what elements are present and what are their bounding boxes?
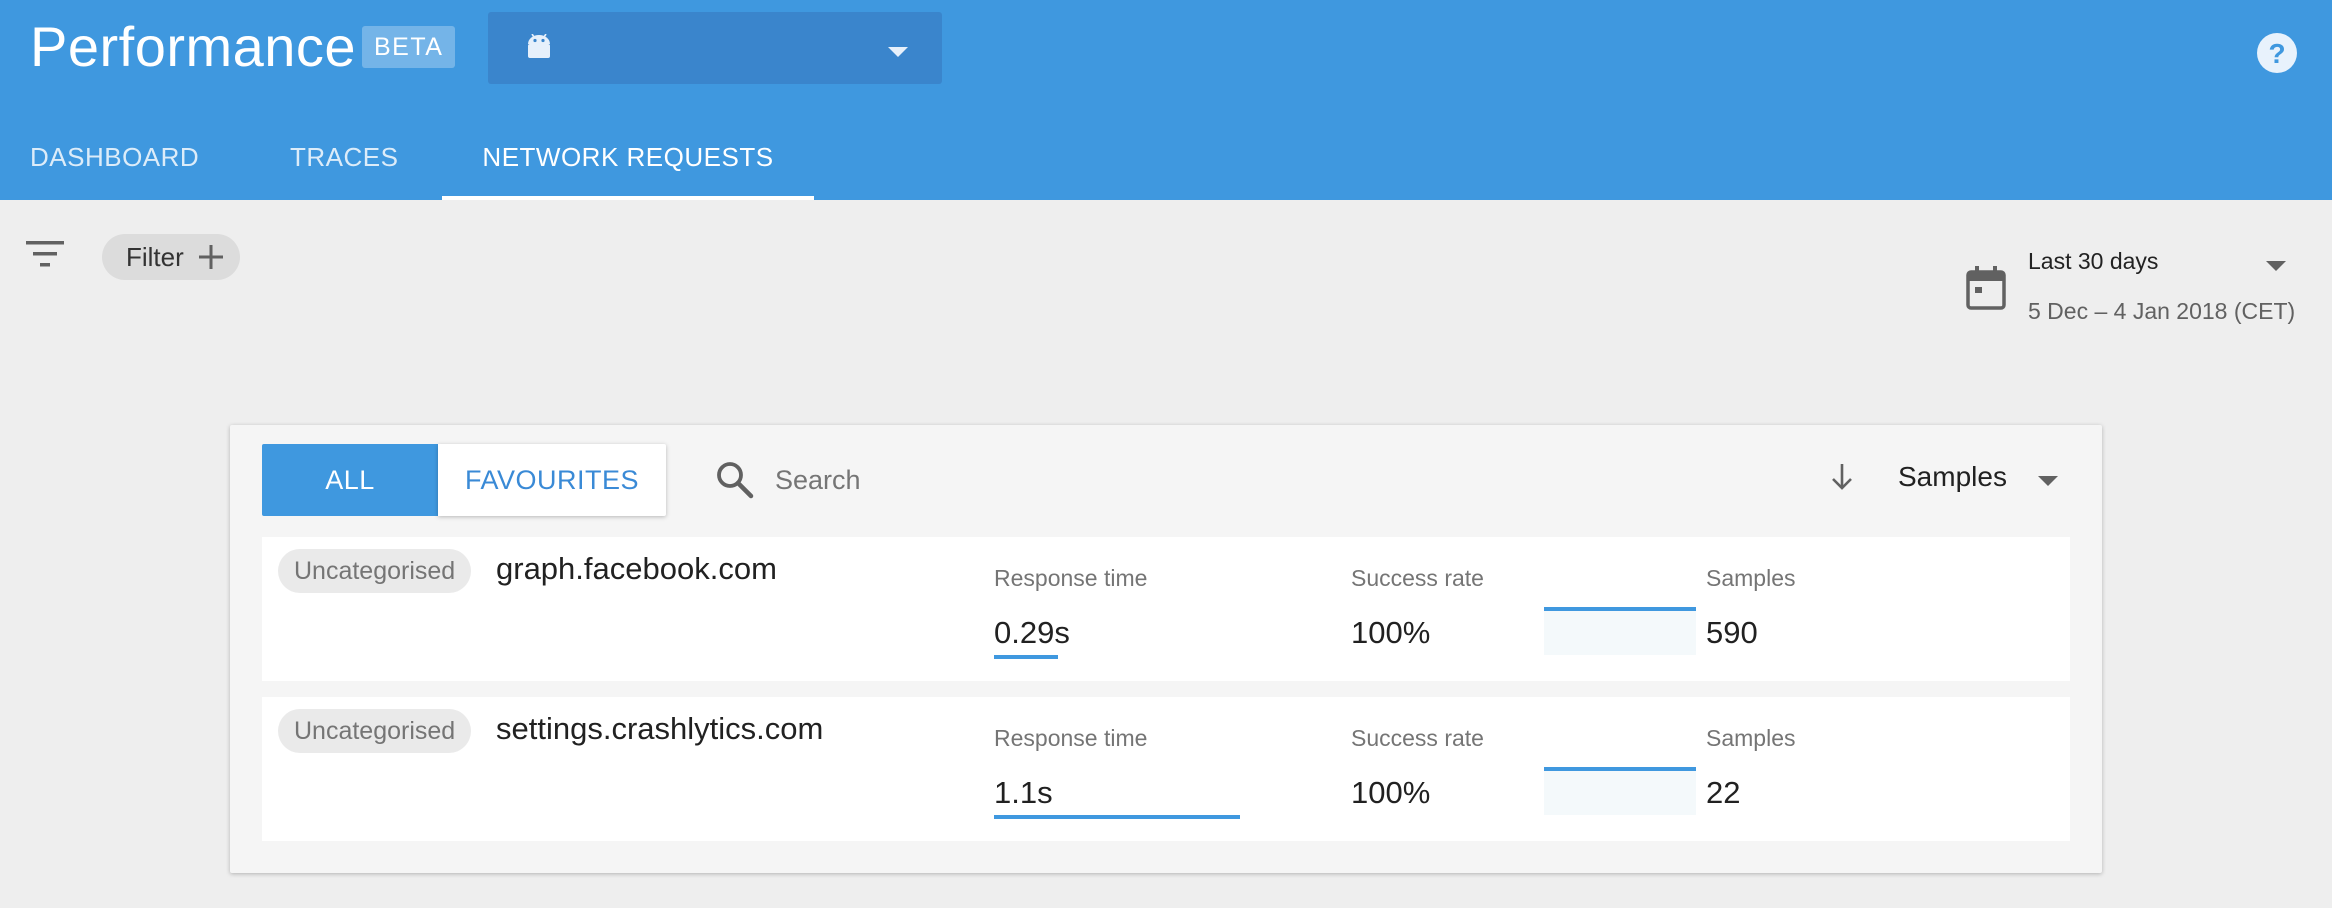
chevron-down-icon[interactable] xyxy=(2266,258,2286,276)
samples-value: 590 xyxy=(1706,615,1758,650)
response-time-label: Response time xyxy=(994,565,1148,591)
success-rate-value: 100% xyxy=(1351,775,1431,810)
response-time-label: Response time xyxy=(994,725,1148,751)
filter-list-icon[interactable] xyxy=(26,240,64,273)
samples-label: Samples xyxy=(1706,565,1796,591)
samples-value: 22 xyxy=(1706,775,1741,810)
samples-label: Samples xyxy=(1706,725,1796,751)
response-time-bar xyxy=(994,815,1240,819)
success-rate-label: Success rate xyxy=(1351,725,1484,751)
request-host: graph.facebook.com xyxy=(496,551,777,586)
android-icon xyxy=(524,33,554,65)
category-chip: Uncategorised xyxy=(278,549,472,593)
success-rate-value: 100% xyxy=(1351,615,1431,650)
plus-icon xyxy=(198,244,224,275)
sort-by-select[interactable]: Samples xyxy=(1898,461,2007,493)
app-selector[interactable] xyxy=(488,12,942,84)
filter-chip-label: Filter xyxy=(126,242,184,272)
chevron-down-icon[interactable] xyxy=(2038,473,2058,491)
chevron-down-icon xyxy=(888,44,908,62)
request-row[interactable]: Uncategorised settings.crashlytics.com R… xyxy=(262,697,2070,841)
request-row[interactable]: Uncategorised graph.facebook.com Respons… xyxy=(262,537,2070,681)
response-time-value: 0.29s xyxy=(994,615,1070,650)
response-time-value: 1.1s xyxy=(994,775,1053,810)
network-requests-card: ALL FAVOURITES Samples Uncategorised gra… xyxy=(230,425,2102,873)
category-chip: Uncategorised xyxy=(278,709,472,753)
success-rate-bar xyxy=(1544,767,1696,815)
search-input[interactable] xyxy=(775,455,1475,505)
response-time-bar xyxy=(994,655,1058,659)
all-segment-button[interactable]: ALL xyxy=(262,444,438,516)
success-rate-label: Success rate xyxy=(1351,565,1484,591)
search-icon xyxy=(716,461,754,504)
tab-network-requests[interactable]: NETWORK REQUESTS xyxy=(442,120,814,200)
calendar-icon xyxy=(1966,266,2006,315)
svg-text:?: ? xyxy=(2268,38,2285,69)
tab-dashboard[interactable]: DASHBOARD xyxy=(30,120,199,200)
beta-badge: BETA xyxy=(362,26,456,68)
success-rate-bar xyxy=(1544,607,1696,655)
app-header: Performance BETA ? DASHBOARD TRACES NETW… xyxy=(0,0,2332,200)
help-icon[interactable]: ? xyxy=(2256,32,2298,79)
date-range-detail: 5 Dec – 4 Jan 2018 (CET) xyxy=(2028,298,2296,324)
request-host: settings.crashlytics.com xyxy=(496,711,824,746)
arrow-down-icon[interactable] xyxy=(1830,463,1854,496)
page-title: Performance xyxy=(30,15,357,78)
tab-traces[interactable]: TRACES xyxy=(290,120,398,200)
date-range-select[interactable]: Last 30 days xyxy=(2028,248,2158,275)
favourites-segment-button[interactable]: FAVOURITES xyxy=(438,444,666,516)
add-filter-chip[interactable]: Filter xyxy=(102,234,240,280)
